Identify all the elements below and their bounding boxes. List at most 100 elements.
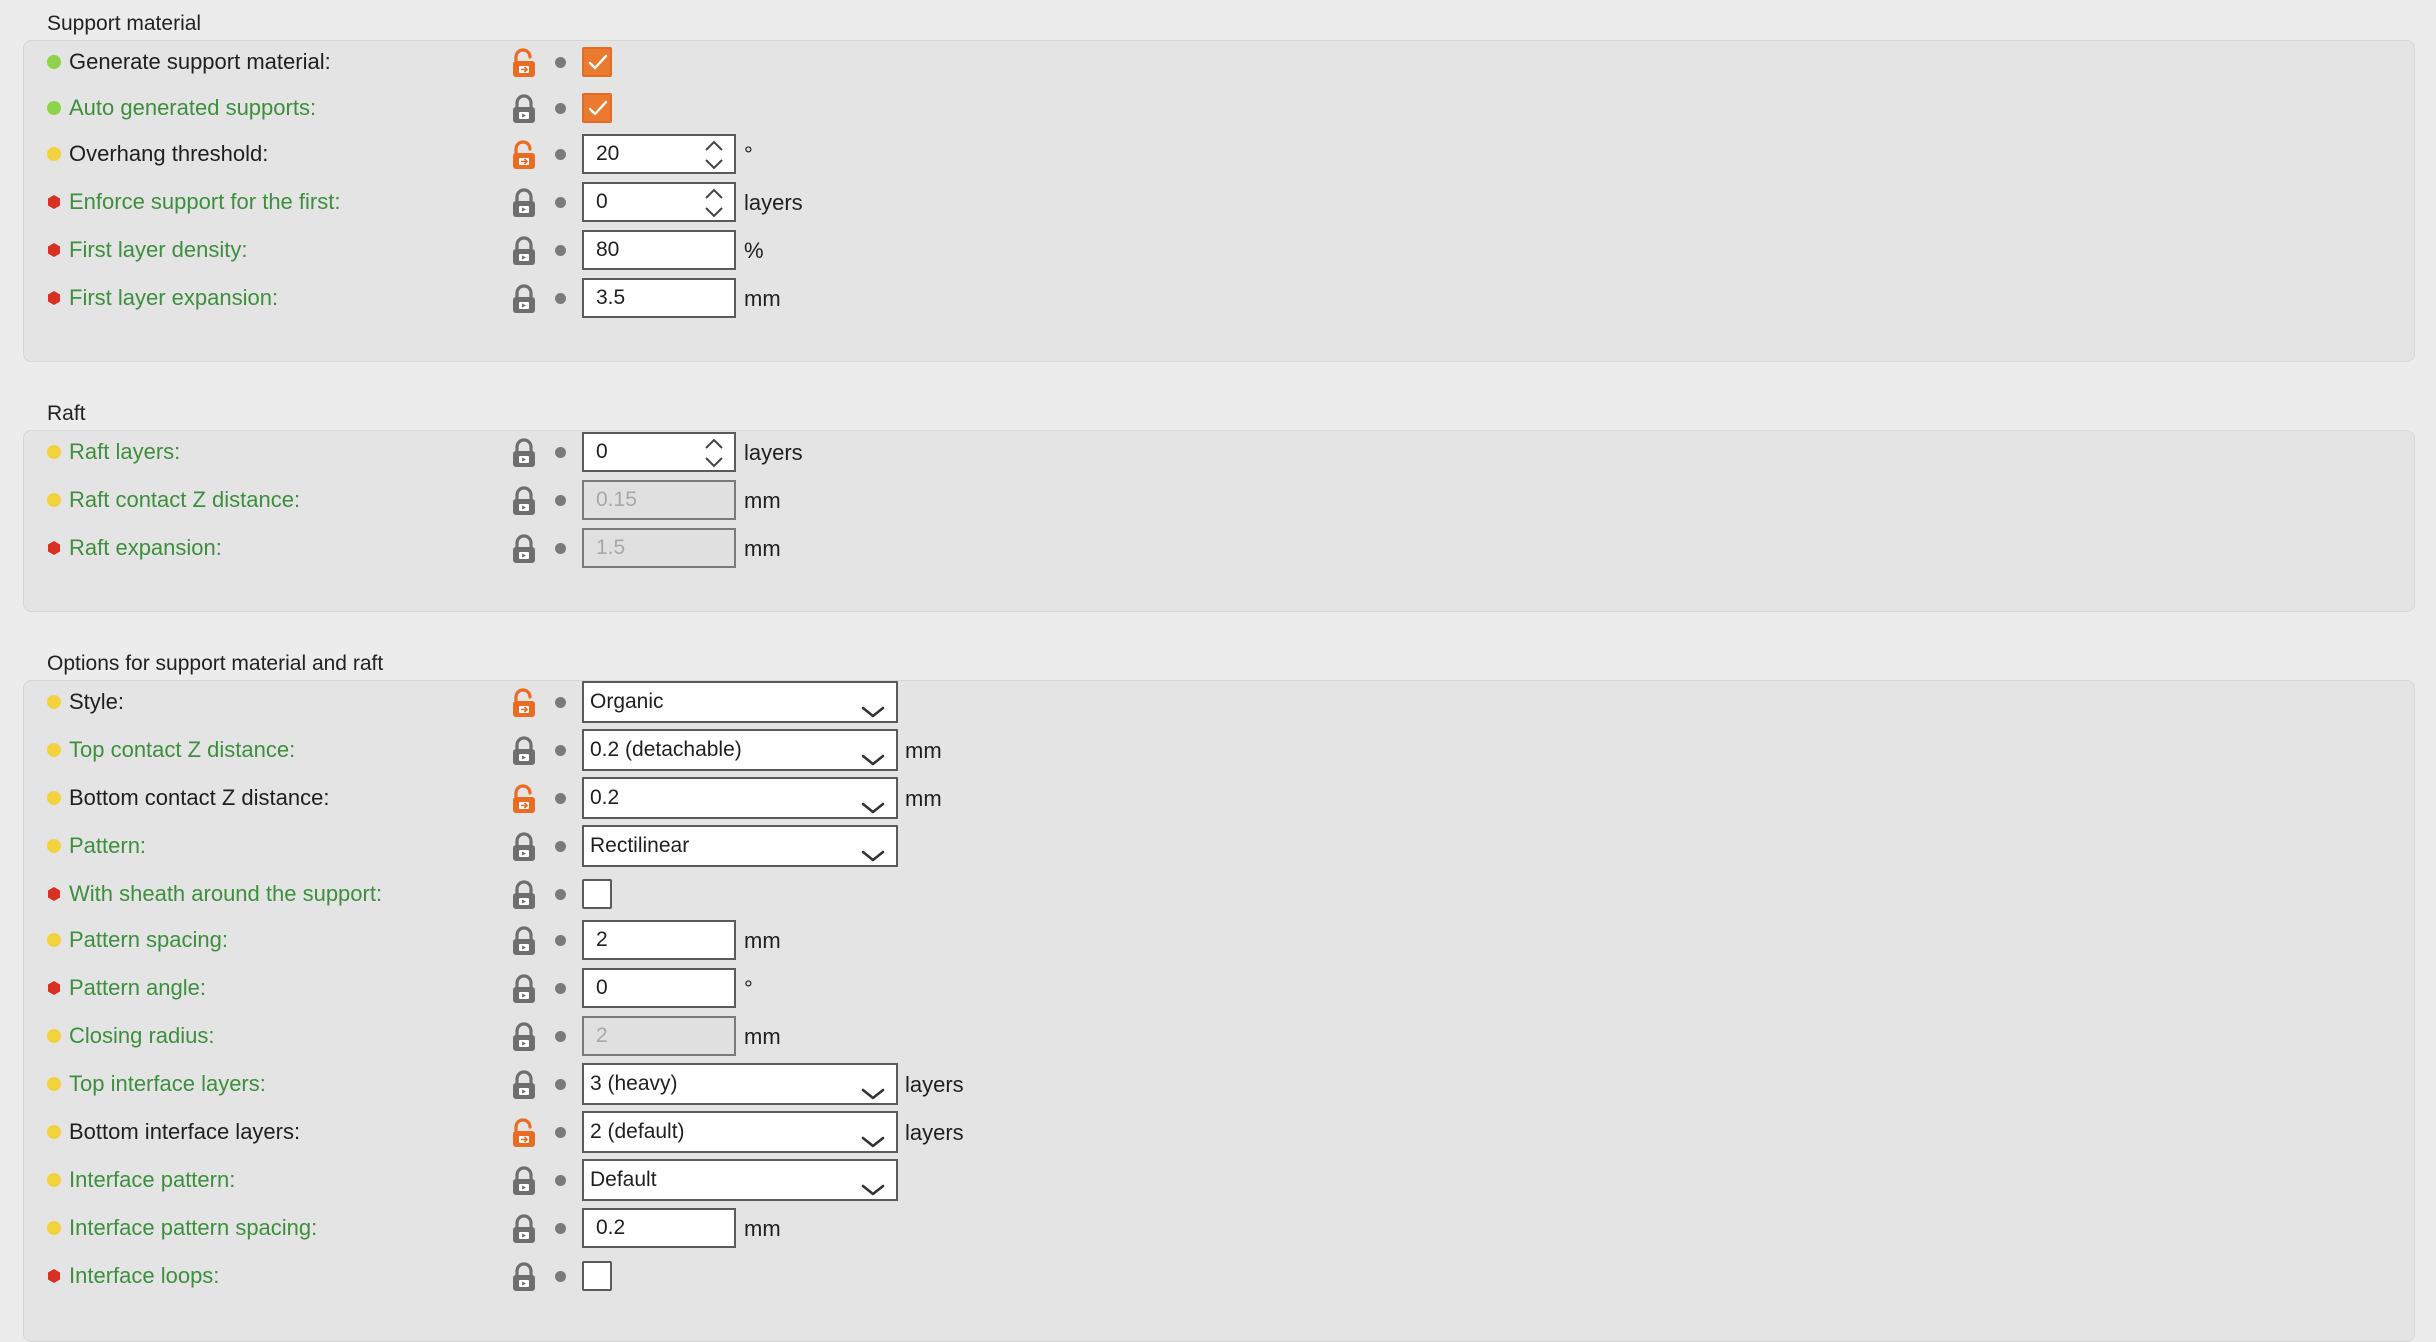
locked-lock-icon[interactable] xyxy=(510,1166,538,1196)
locked-lock-icon[interactable] xyxy=(510,736,538,766)
setting-label: First layer expansion: xyxy=(69,285,279,310)
interface-loops-checkbox[interactable] xyxy=(582,1261,612,1291)
reset-dot-icon[interactable] xyxy=(555,841,566,852)
group-title-raft: Raft xyxy=(47,402,86,425)
locked-lock-icon[interactable] xyxy=(510,1262,538,1292)
setting-label: Raft expansion: xyxy=(69,535,222,560)
setting-row-raft-contact-z-distance: Raft contact Z distance: 0.15 mm xyxy=(0,478,2436,522)
enforce-support-for-the-first-spin-input[interactable]: 0 xyxy=(582,182,736,222)
reset-dot-icon[interactable] xyxy=(555,293,566,304)
input-value: 0.2 xyxy=(596,1216,626,1239)
unit-label: mm xyxy=(744,1024,781,1049)
bottom-contact-z-distance-select[interactable]: 0.2 xyxy=(582,777,898,819)
setting-label: Pattern angle: xyxy=(69,975,206,1000)
spin-arrows-icon[interactable] xyxy=(702,138,726,172)
mode-expert-indicator-icon xyxy=(47,195,61,209)
reset-dot-icon[interactable] xyxy=(555,935,566,946)
reset-dot-icon[interactable] xyxy=(555,1079,566,1090)
bottom-interface-layers-select[interactable]: 2 (default) xyxy=(582,1111,898,1153)
unlocked-lock-icon[interactable] xyxy=(510,140,538,170)
input-value: 0 xyxy=(596,440,608,463)
style-select[interactable]: Organic xyxy=(582,681,898,723)
setting-label: Raft layers: xyxy=(69,439,181,464)
setting-row-top-contact-z-distance: Top contact Z distance: 0.2 (detachable)… xyxy=(0,728,2436,772)
spin-arrows-icon[interactable] xyxy=(702,436,726,470)
reset-dot-icon[interactable] xyxy=(555,1223,566,1234)
setting-label: Closing radius: xyxy=(69,1023,215,1048)
locked-lock-icon[interactable] xyxy=(510,1070,538,1100)
interface-pattern-select[interactable]: Default xyxy=(582,1159,898,1201)
overhang-threshold-spin-input[interactable]: 20 xyxy=(582,134,736,174)
unlocked-lock-icon[interactable] xyxy=(510,48,538,78)
top-contact-z-distance-select[interactable]: 0.2 (detachable) xyxy=(582,729,898,771)
reset-dot-icon[interactable] xyxy=(555,983,566,994)
raft-layers-spin-input[interactable]: 0 xyxy=(582,432,736,472)
select-value: Organic xyxy=(590,690,664,713)
setting-row-pattern-spacing: Pattern spacing: 2 mm xyxy=(0,918,2436,962)
group-title-options-for-support-material-and-raft: Options for support material and raft xyxy=(47,652,384,675)
setting-label: Interface pattern spacing: xyxy=(69,1215,318,1240)
locked-lock-icon[interactable] xyxy=(510,832,538,862)
setting-row-generate-support-material: Generate support material: xyxy=(0,40,2436,84)
auto-generated-supports-checkbox[interactable] xyxy=(582,93,612,123)
reset-dot-icon[interactable] xyxy=(555,57,566,68)
pattern-angle-input[interactable]: 0 xyxy=(582,968,736,1008)
setting-row-with-sheath-around-the-support: With sheath around the support: xyxy=(0,872,2436,916)
setting-row-auto-generated-supports: Auto generated supports: xyxy=(0,86,2436,130)
locked-lock-icon[interactable] xyxy=(510,188,538,218)
generate-support-material-checkbox[interactable] xyxy=(582,47,612,77)
reset-dot-icon[interactable] xyxy=(555,889,566,900)
select-value: 0.2 (detachable) xyxy=(590,738,742,761)
unlocked-lock-icon[interactable] xyxy=(510,784,538,814)
setting-row-interface-loops: Interface loops: xyxy=(0,1254,2436,1298)
input-value: 3.5 xyxy=(596,286,626,309)
input-value: 0 xyxy=(596,976,608,999)
setting-label: Top interface layers: xyxy=(69,1071,266,1096)
reset-dot-icon[interactable] xyxy=(555,447,566,458)
first-layer-expansion-input[interactable]: 3.5 xyxy=(582,278,736,318)
locked-lock-icon[interactable] xyxy=(510,880,538,910)
locked-lock-icon[interactable] xyxy=(510,1214,538,1244)
interface-pattern-spacing-input[interactable]: 0.2 xyxy=(582,1208,736,1248)
locked-lock-icon[interactable] xyxy=(510,974,538,1004)
reset-dot-icon[interactable] xyxy=(555,495,566,506)
reset-dot-icon[interactable] xyxy=(555,197,566,208)
locked-lock-icon[interactable] xyxy=(510,1022,538,1052)
reset-dot-icon[interactable] xyxy=(555,149,566,160)
pattern-select[interactable]: Rectilinear xyxy=(582,825,898,867)
setting-label: Overhang threshold: xyxy=(69,141,269,166)
setting-row-bottom-contact-z-distance: Bottom contact Z distance: 0.2 mm xyxy=(0,776,2436,820)
top-interface-layers-select[interactable]: 3 (heavy) xyxy=(582,1063,898,1105)
reset-dot-icon[interactable] xyxy=(555,245,566,256)
select-value: Rectilinear xyxy=(590,834,690,857)
locked-lock-icon[interactable] xyxy=(510,236,538,266)
locked-lock-icon[interactable] xyxy=(510,486,538,516)
unlocked-lock-icon[interactable] xyxy=(510,688,538,718)
reset-dot-icon[interactable] xyxy=(555,1271,566,1282)
reset-dot-icon[interactable] xyxy=(555,1175,566,1186)
reset-dot-icon[interactable] xyxy=(555,697,566,708)
locked-lock-icon[interactable] xyxy=(510,438,538,468)
reset-dot-icon[interactable] xyxy=(555,745,566,756)
reset-dot-icon[interactable] xyxy=(555,1127,566,1138)
input-value: 80 xyxy=(596,238,620,261)
reset-dot-icon[interactable] xyxy=(555,793,566,804)
unit-label: mm xyxy=(744,1216,781,1241)
chevron-down-icon xyxy=(860,743,886,766)
locked-lock-icon[interactable] xyxy=(510,534,538,564)
with-sheath-around-the-support-checkbox[interactable] xyxy=(582,879,612,909)
chevron-down-icon xyxy=(860,791,886,814)
unit-label: mm xyxy=(905,738,942,763)
reset-dot-icon[interactable] xyxy=(555,1031,566,1042)
locked-lock-icon[interactable] xyxy=(510,94,538,124)
unlocked-lock-icon[interactable] xyxy=(510,1118,538,1148)
locked-lock-icon[interactable] xyxy=(510,926,538,956)
mode-expert-indicator-icon xyxy=(47,541,61,555)
pattern-spacing-input[interactable]: 2 xyxy=(582,920,736,960)
setting-label: Bottom interface layers: xyxy=(69,1119,301,1144)
locked-lock-icon[interactable] xyxy=(510,284,538,314)
reset-dot-icon[interactable] xyxy=(555,543,566,554)
spin-arrows-icon[interactable] xyxy=(702,186,726,220)
reset-dot-icon[interactable] xyxy=(555,103,566,114)
first-layer-density-input[interactable]: 80 xyxy=(582,230,736,270)
